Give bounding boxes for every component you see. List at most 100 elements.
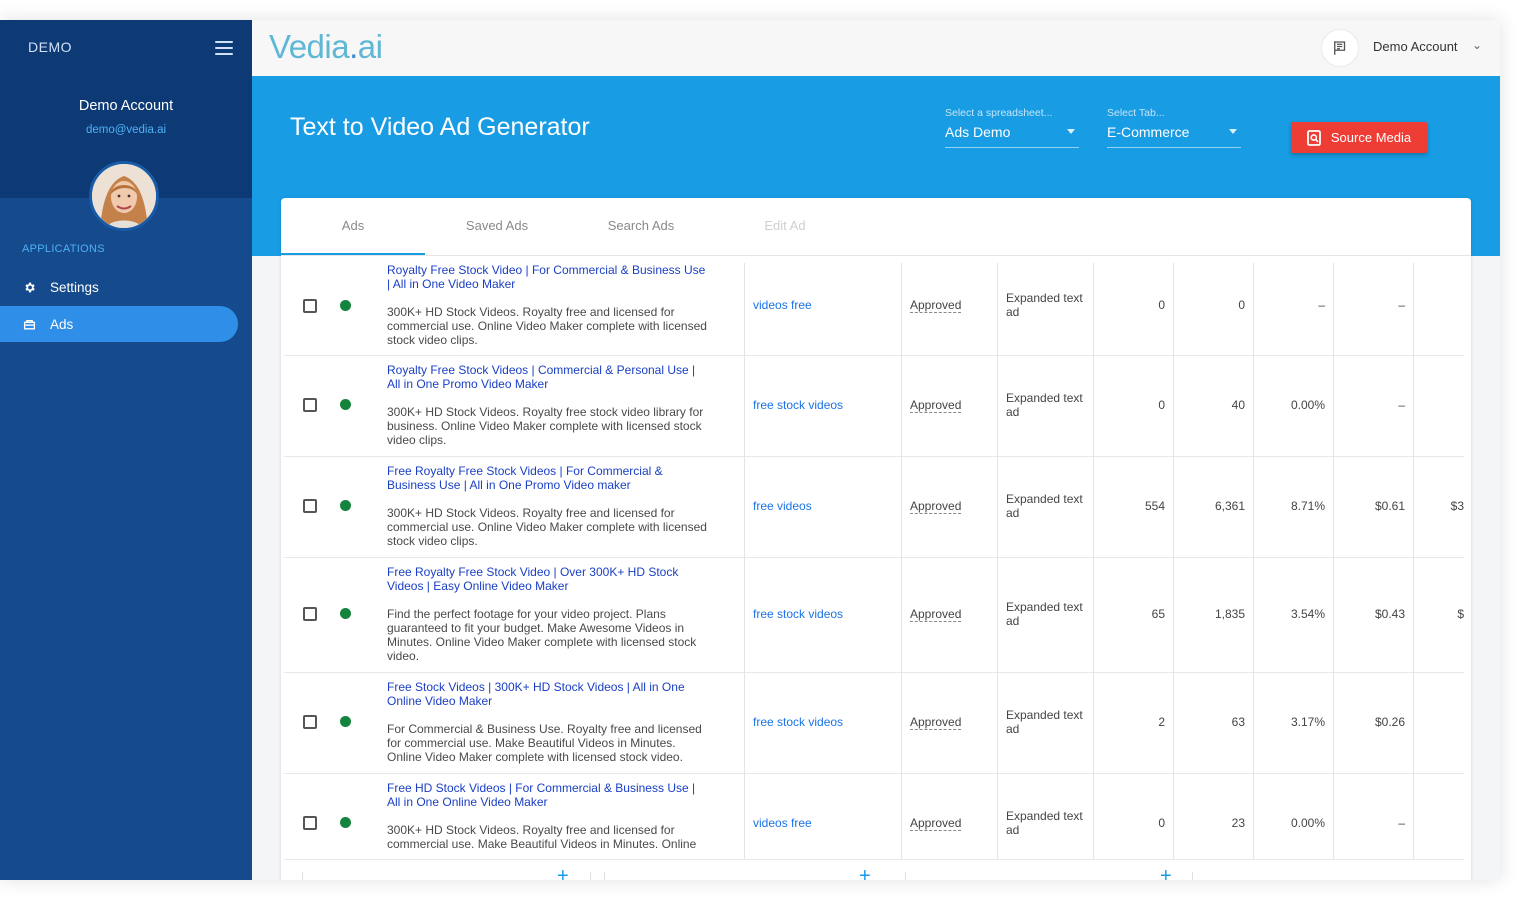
logo-tld: ai: [357, 28, 383, 65]
sidebar-brand: DEMO: [28, 39, 72, 55]
table-row[interactable]: Royalty Free Stock Videos | Commercial &…: [284, 355, 1464, 457]
hamburger-menu-icon[interactable]: [215, 41, 233, 55]
metric-value: $0.26: [1374, 715, 1405, 729]
account-building-icon: [1334, 41, 1346, 55]
app-window: DEMO Demo Account demo@vedia.ai APPLICAT…: [0, 20, 1500, 880]
vedia-logo[interactable]: Vedia.ai: [269, 28, 383, 66]
ad-headline[interactable]: Free HD Stock Videos | For Commercial & …: [387, 781, 707, 809]
add-column-plus-icon[interactable]: +: [557, 866, 569, 880]
ad-keyword[interactable]: free stock videos: [753, 715, 843, 729]
ad-headline[interactable]: Royalty Free Stock Video | For Commercia…: [387, 263, 707, 291]
ad-keyword[interactable]: free stock videos: [753, 398, 843, 412]
table-row[interactable]: Free Stock Videos | 300K+ HD Stock Video…: [284, 672, 1464, 774]
avatar[interactable]: [89, 161, 159, 231]
gear-icon: [22, 280, 36, 294]
add-column-plus-icon[interactable]: +: [859, 866, 871, 880]
ad-keyword[interactable]: videos free: [753, 816, 812, 830]
source-media-label: Source Media: [1330, 130, 1412, 145]
metric-value: $0.61: [1374, 499, 1405, 513]
sidebar-item-label: Settings: [50, 279, 99, 295]
row-checkbox[interactable]: [303, 607, 317, 621]
tab-bar: Ads Saved Ads Search Ads Edit Ad: [281, 198, 1471, 256]
tab-saved-ads[interactable]: Saved Ads: [425, 198, 569, 255]
row-checkbox[interactable]: [303, 499, 317, 513]
user-name: Demo Account: [78, 98, 174, 114]
status-dot: [340, 500, 351, 511]
ad-type: Expanded text ad: [1006, 809, 1083, 837]
ad-type: Expanded text ad: [1006, 600, 1083, 628]
ad-keyword[interactable]: free stock videos: [753, 607, 843, 621]
table-row[interactable]: Free Royalty Free Stock Video | Over 300…: [284, 557, 1464, 673]
logo-main: Vedia: [269, 28, 350, 65]
tab-select[interactable]: Select Tab... E-Commerce: [1107, 107, 1241, 148]
ad-headline[interactable]: Free Stock Videos | 300K+ HD Stock Video…: [387, 680, 707, 708]
metric-value: 1,835: [1214, 607, 1245, 621]
spreadsheet-select-value: Ads Demo: [945, 124, 1011, 140]
table-footer: + + +: [281, 858, 1471, 880]
metric-value: $: [1457, 607, 1464, 621]
ad-status[interactable]: Approved: [910, 398, 962, 413]
row-checkbox[interactable]: [303, 299, 317, 313]
row-checkbox[interactable]: [303, 715, 317, 729]
tab-select-label: Select Tab...: [1107, 107, 1165, 119]
metric-value: $3: [1450, 499, 1464, 513]
dropdown-caret-icon: [1067, 129, 1075, 134]
chevron-down-icon[interactable]: ⌄: [1472, 38, 1482, 52]
ad-status[interactable]: Approved: [910, 715, 962, 730]
status-dot: [340, 399, 351, 410]
spreadsheet-select[interactable]: Select a spreadsheet... Ads Demo: [945, 107, 1079, 148]
source-media-button[interactable]: Source Media: [1291, 122, 1427, 153]
metric-value: 0.00%: [1290, 398, 1325, 412]
metric-value: 63: [1231, 715, 1245, 729]
add-column-plus-icon[interactable]: +: [1160, 866, 1172, 880]
status-dot: [340, 300, 351, 311]
ad-description: 300K+ HD Stock Videos. Royalty free and …: [387, 823, 697, 851]
ad-headline[interactable]: Free Royalty Free Stock Video | Over 300…: [387, 565, 707, 593]
ads-card: Ads Saved Ads Search Ads Edit Ad Royalty…: [281, 198, 1471, 880]
metric-value: 3.54%: [1290, 607, 1325, 621]
tab-ads[interactable]: Ads: [281, 198, 425, 255]
section-label-applications: APPLICATIONS: [22, 243, 105, 255]
metric-value: 65: [1151, 607, 1165, 621]
metric-value: 23: [1231, 816, 1245, 830]
metric-value: 8.71%: [1290, 499, 1325, 513]
ad-status[interactable]: Approved: [910, 816, 962, 831]
account-name[interactable]: Demo Account: [1373, 39, 1458, 54]
tab-edit-ad: Edit Ad: [764, 218, 806, 233]
metric-value: 554: [1144, 499, 1165, 513]
table-row[interactable]: Free HD Stock Videos | For Commercial & …: [284, 773, 1464, 860]
avatar-portrait-icon: [92, 164, 156, 228]
ad-headline[interactable]: Free Royalty Free Stock Videos | For Com…: [387, 464, 707, 492]
ad-status[interactable]: Approved: [910, 499, 962, 514]
ad-status[interactable]: Approved: [910, 298, 962, 313]
row-checkbox[interactable]: [303, 816, 317, 830]
table-row[interactable]: Free Royalty Free Stock Videos | For Com…: [284, 456, 1464, 558]
footer-divider: [604, 872, 605, 880]
metric-value: 6,361: [1214, 499, 1245, 513]
metric-value: 0: [1158, 398, 1165, 412]
sidebar-item-settings[interactable]: Settings: [0, 269, 252, 305]
table-row[interactable]: Royalty Free Stock Video | For Commercia…: [284, 263, 1464, 356]
logo-dot: .: [349, 28, 358, 65]
ad-description: 300K+ HD Stock Videos. Royalty free and …: [387, 305, 707, 347]
ad-description: For Commercial & Business Use. Royalty f…: [387, 722, 702, 764]
sidebar-item-label: Ads: [50, 316, 74, 332]
status-dot: [340, 716, 351, 727]
ad-keyword[interactable]: free videos: [753, 499, 812, 513]
ad-type: Expanded text ad: [1006, 492, 1083, 520]
metric-value: 0: [1158, 298, 1165, 312]
metric-value: 0.00%: [1290, 816, 1325, 830]
metric-value: –: [1398, 816, 1405, 830]
row-checkbox[interactable]: [303, 398, 317, 412]
ad-type: Expanded text ad: [1006, 391, 1083, 419]
sidebar: DEMO Demo Account demo@vedia.ai APPLICAT…: [0, 20, 252, 880]
ad-headline[interactable]: Royalty Free Stock Videos | Commercial &…: [387, 363, 707, 391]
account-avatar[interactable]: [1322, 30, 1358, 66]
ad-status[interactable]: Approved: [910, 607, 962, 622]
ad-keyword[interactable]: videos free: [753, 298, 812, 312]
ad-type: Expanded text ad: [1006, 708, 1083, 736]
tab-search-ads[interactable]: Search Ads: [569, 198, 713, 255]
metric-value: 2: [1158, 715, 1165, 729]
sidebar-item-ads[interactable]: Ads: [0, 306, 238, 342]
metric-value: –: [1398, 298, 1405, 312]
